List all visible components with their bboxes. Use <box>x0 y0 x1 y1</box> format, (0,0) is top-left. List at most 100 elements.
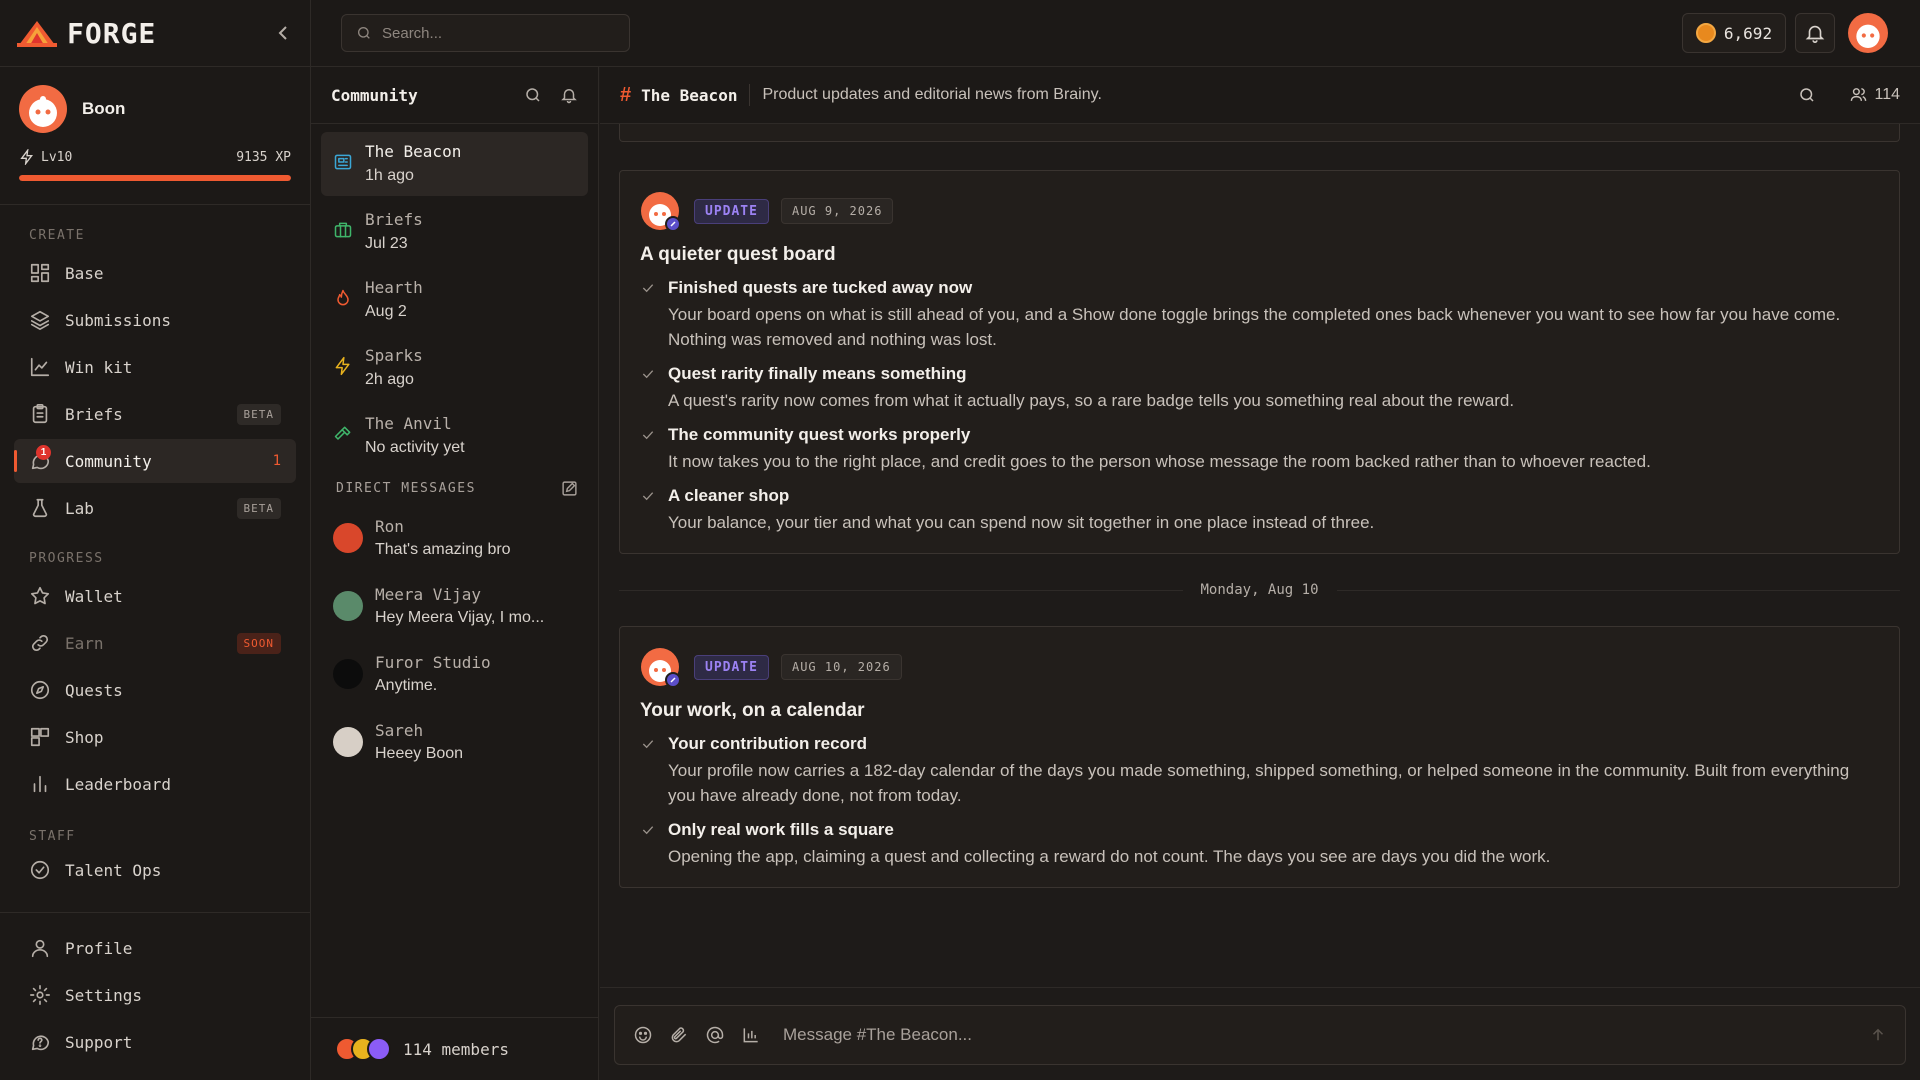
sidebar-item-briefs[interactable]: Briefs BETA <box>14 392 296 436</box>
check-icon <box>640 427 656 443</box>
poll-icon[interactable] <box>741 1025 761 1045</box>
author-avatar[interactable] <box>640 191 680 231</box>
grid-icon <box>29 262 51 284</box>
point-title: The community quest works properly <box>668 425 971 444</box>
profile-avatar[interactable] <box>1848 13 1888 53</box>
channel-item[interactable]: The Anvil No activity yet <box>321 404 588 468</box>
sidebar-item-label: Base <box>65 263 104 283</box>
bell-icon[interactable] <box>560 86 578 104</box>
sidebar-item-label: Settings <box>65 985 143 1005</box>
clipboard-icon <box>29 403 51 425</box>
dm-item[interactable]: Furor Studio Anytime. <box>321 640 588 708</box>
sidebar-item-leaderboard[interactable]: Leaderboard <box>14 762 296 806</box>
dm-name: Sareh <box>375 721 424 740</box>
xp-progress-fill <box>19 175 291 181</box>
blocks-icon <box>29 726 51 748</box>
mention-icon[interactable] <box>705 1025 725 1045</box>
dm-preview: That's amazing bro <box>375 541 511 558</box>
user-icon <box>29 937 51 959</box>
help-icon <box>29 1031 51 1053</box>
coin-balance[interactable]: 6,692 <box>1682 13 1786 53</box>
check-icon <box>640 488 656 504</box>
channel-header: # The Beacon Product updates and editori… <box>600 67 1920 124</box>
user-card[interactable]: Boon Lv10 9135 XP <box>0 67 310 205</box>
sidebar-item-label: Community <box>65 451 152 471</box>
sidebar-item-win-kit[interactable]: Win kit <box>14 345 296 389</box>
dm-name: Furor Studio <box>375 653 491 672</box>
post-point: A cleaner shop Your balance, your tier an… <box>640 486 1879 535</box>
section-label-progress: PROGRESS <box>29 551 104 566</box>
sidebar-item-label: Briefs <box>65 404 123 424</box>
dm-item[interactable]: Ron That's amazing bro <box>321 504 588 572</box>
previous-post-card <box>619 124 1900 142</box>
sidebar-item-shop[interactable]: Shop <box>14 715 296 759</box>
author-avatar[interactable] <box>640 647 680 687</box>
sidebar-item-community[interactable]: Community 1 1 <box>14 439 296 483</box>
sidebar-item-settings[interactable]: Settings <box>14 973 296 1017</box>
search-icon[interactable] <box>524 86 542 104</box>
channel-activity: No activity yet <box>365 439 465 456</box>
post-date: AUG 10, 2026 <box>780 654 902 680</box>
avatar <box>333 591 363 621</box>
channel-activity: Jul 23 <box>365 235 408 252</box>
channel-item[interactable]: The Beacon 1h ago <box>321 132 588 196</box>
send-icon[interactable] <box>1869 1026 1887 1044</box>
sidebar-item-label: Quests <box>65 680 123 700</box>
bolt-icon <box>19 149 35 165</box>
users-icon <box>1850 86 1868 104</box>
section-label-staff: STAFF <box>29 829 76 844</box>
notifications-button[interactable] <box>1795 13 1835 53</box>
channel-item[interactable]: Hearth Aug 2 <box>321 268 588 332</box>
dm-name: Ron <box>375 517 404 536</box>
avatar <box>333 523 363 553</box>
sidebar-item-earn[interactable]: Earn SOON <box>14 621 296 665</box>
dm-item[interactable]: Sareh Heeey Boon <box>321 708 588 776</box>
bar-chart-icon <box>29 773 51 795</box>
sidebar-item-support[interactable]: Support <box>14 1020 296 1064</box>
post-date: AUG 9, 2026 <box>780 198 894 224</box>
member-count-button[interactable]: 114 <box>1850 86 1900 104</box>
forge-logo-icon <box>15 19 59 47</box>
briefcase-icon <box>333 220 353 240</box>
post-type-badge: UPDATE <box>694 654 769 680</box>
sidebar-item-profile[interactable]: Profile <box>14 926 296 970</box>
level-label: Lv10 <box>41 149 73 165</box>
channel-name: Briefs <box>365 210 423 229</box>
day-separator-label: Monday, Aug 10 <box>1200 582 1319 598</box>
avatar <box>333 727 363 757</box>
sidebar-item-label: Leaderboard <box>65 774 171 794</box>
sidebar-item-lab[interactable]: Lab BETA <box>14 486 296 530</box>
sidebar-item-base[interactable]: Base <box>14 251 296 295</box>
sidebar-item-label: Talent Ops <box>65 860 162 880</box>
emoji-icon[interactable] <box>633 1025 653 1045</box>
message-input[interactable] <box>783 1025 1869 1045</box>
sidebar-item-talent-ops[interactable]: Talent Ops <box>14 848 296 892</box>
dm-item[interactable]: Meera Vijay Hey Meera Vijay, I mo... <box>321 572 588 640</box>
point-title: A cleaner shop <box>668 486 790 505</box>
compose-icon[interactable] <box>561 480 578 497</box>
channel-item[interactable]: Briefs Jul 23 <box>321 200 588 264</box>
search-field[interactable]: Search... <box>341 14 630 52</box>
panel-title: Community <box>331 85 418 105</box>
sidebar-item-label: Shop <box>65 727 104 747</box>
point-description: Opening the app, claiming a quest and co… <box>668 847 1551 866</box>
members-footer[interactable]: 114 members <box>311 1017 598 1080</box>
attachment-icon[interactable] <box>669 1025 689 1045</box>
xp-label: 9135 XP <box>236 149 291 165</box>
dm-section-title: DIRECT MESSAGES <box>336 480 476 496</box>
bell-icon <box>1804 22 1826 44</box>
channel-item[interactable]: Sparks 2h ago <box>321 336 588 400</box>
point-title: Quest rarity finally means something <box>668 364 967 383</box>
dm-preview: Anytime. <box>375 677 438 694</box>
search-icon[interactable] <box>1798 86 1816 104</box>
sidebar-item-quests[interactable]: Quests <box>14 668 296 712</box>
flame-icon <box>333 288 353 308</box>
status-badge: BETA <box>236 497 281 519</box>
collapse-sidebar-icon[interactable] <box>271 21 295 45</box>
sidebar-item-submissions[interactable]: Submissions <box>14 298 296 342</box>
avatar[interactable] <box>19 85 67 133</box>
post-title: A quieter quest board <box>640 244 836 265</box>
dm-name: Meera Vijay <box>375 585 481 604</box>
point-title: Only real work fills a square <box>668 820 894 839</box>
sidebar-item-wallet[interactable]: Wallet <box>14 574 296 618</box>
